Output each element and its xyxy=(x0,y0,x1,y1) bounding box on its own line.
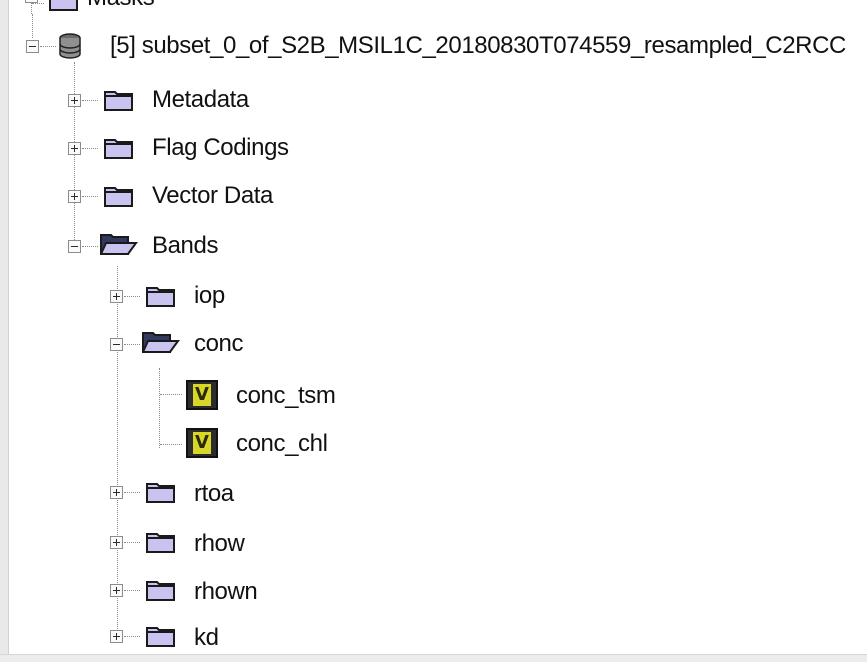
database-icon xyxy=(59,33,81,59)
tree-connector xyxy=(32,3,44,4)
tree-connector xyxy=(82,100,98,101)
tree-item-label: rhow xyxy=(194,530,245,557)
tree-item-label: Vector Data xyxy=(152,182,274,209)
tree-connector xyxy=(124,590,140,591)
collapse-toggle[interactable] xyxy=(26,40,39,53)
expand-toggle[interactable] xyxy=(110,536,123,549)
folder-icon xyxy=(146,287,175,307)
tree-connector xyxy=(124,492,140,493)
band-icon-letter: V xyxy=(193,432,211,454)
tree-item-label: iop xyxy=(194,282,225,309)
expand-toggle[interactable] xyxy=(110,630,123,643)
folder-icon xyxy=(104,139,133,159)
expand-toggle[interactable] xyxy=(68,142,81,155)
tree-item-metadata[interactable]: Metadata xyxy=(0,80,867,126)
open-folder-icon xyxy=(100,234,138,255)
tree-connector xyxy=(124,636,140,637)
folder-icon xyxy=(104,91,133,111)
tree-item-masks-partial[interactable]: Masks xyxy=(9,0,867,14)
collapse-toggle[interactable] xyxy=(110,338,123,351)
virtual-band-icon: V xyxy=(186,428,218,458)
tree-item-rhown[interactable]: rhown xyxy=(0,568,867,614)
folder-icon xyxy=(146,627,175,647)
tree-item-label: Bands xyxy=(152,232,219,259)
tree-connector xyxy=(160,444,182,445)
tree-item-conc-tsm[interactable]: V conc_tsm xyxy=(0,372,867,418)
tree-item-label: rhown xyxy=(194,578,258,605)
tree-item-label: rtoa xyxy=(194,480,234,507)
tree-item-rtoa[interactable]: rtoa xyxy=(0,470,867,516)
tree-item-label: Flag Codings xyxy=(152,134,289,161)
folder-icon xyxy=(146,581,175,601)
expand-toggle[interactable] xyxy=(110,290,123,303)
folder-icon xyxy=(49,0,78,11)
tree-item-vector-data[interactable]: Vector Data xyxy=(0,176,867,222)
open-folder-icon xyxy=(142,332,180,353)
tree-item-conc[interactable]: conc xyxy=(0,322,867,368)
tree-connector xyxy=(82,148,98,149)
tree-item-label: kd xyxy=(194,624,219,651)
tree-item-label: Masks xyxy=(87,0,155,12)
product-label: [5] subset_0_of_S2B_MSIL1C_20180830T0745… xyxy=(110,32,846,59)
tree-connector xyxy=(82,246,98,247)
tree-connector xyxy=(124,542,140,543)
expand-toggle[interactable] xyxy=(110,584,123,597)
tree-item-flag-codings[interactable]: Flag Codings xyxy=(0,128,867,174)
collapse-toggle[interactable] xyxy=(68,240,81,253)
folder-icon xyxy=(104,187,133,207)
tree-item-conc-chl[interactable]: V conc_chl xyxy=(0,422,867,468)
band-icon-letter: V xyxy=(193,384,211,406)
tree-connector xyxy=(160,394,182,395)
tree-connector xyxy=(40,46,56,47)
tree-item-label: conc xyxy=(194,330,244,357)
tree-connector xyxy=(124,296,140,297)
tree-item-label: conc_chl xyxy=(236,430,328,457)
folder-icon xyxy=(146,533,175,553)
tree-item-product[interactable]: [5] subset_0_of_S2B_MSIL1C_20180830T0745… xyxy=(0,30,867,76)
expand-toggle[interactable] xyxy=(110,486,123,499)
tree-item-label: Metadata xyxy=(152,86,249,113)
tree-item-label: conc_tsm xyxy=(236,382,336,409)
tree-item-rhow[interactable]: rhow xyxy=(0,520,867,566)
expand-toggle[interactable] xyxy=(25,0,38,3)
tree-item-iop[interactable]: iop xyxy=(0,274,867,320)
tree-connector xyxy=(124,344,140,345)
expand-toggle[interactable] xyxy=(68,94,81,107)
tree-connector xyxy=(82,196,98,197)
expand-toggle[interactable] xyxy=(68,190,81,203)
folder-icon xyxy=(146,483,175,503)
virtual-band-icon: V xyxy=(186,380,218,410)
tree-item-bands[interactable]: Bands xyxy=(0,224,867,270)
